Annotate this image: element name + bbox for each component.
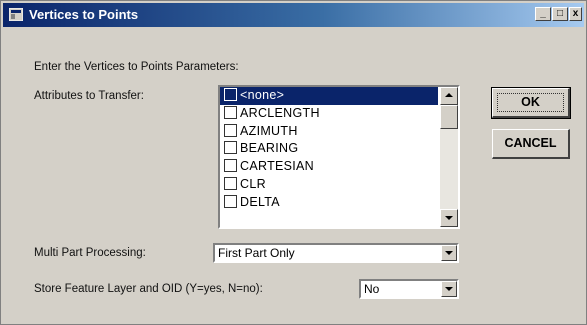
list-item-label: AZIMUTH [240, 123, 298, 138]
list-item-label: DELTA [240, 194, 280, 209]
checkbox[interactable] [224, 105, 237, 119]
close-button[interactable]: x [569, 7, 582, 21]
chevron-down-icon [445, 287, 453, 291]
list-item[interactable]: CARTESIAN [220, 158, 438, 176]
title-bar[interactable]: Vertices to Points _ □ x [3, 3, 584, 27]
list-item-label: <none> [240, 88, 285, 102]
app-icon [9, 8, 23, 21]
arrow-up-icon [445, 93, 453, 97]
maximize-button[interactable]: □ [552, 7, 568, 21]
attributes-list: <none> ARCLENGTH AZIMUTH BEARING CARTESIAN CL… [220, 87, 438, 212]
checkbox[interactable] [224, 194, 237, 208]
list-item[interactable]: CLR [220, 176, 438, 194]
close-icon: x [572, 8, 579, 19]
attributes-listbox[interactable]: <none> ARCLENGTH AZIMUTH BEARING CARTESIAN CL… [218, 85, 460, 229]
chevron-down-icon [445, 251, 453, 255]
list-item-label: BEARING [240, 141, 299, 156]
attributes-label: Attributes to Transfer: [34, 90, 144, 102]
multipart-value: First Part Only [218, 246, 295, 260]
maximize-icon: □ [556, 8, 564, 19]
list-item[interactable]: AZIMUTH [220, 123, 438, 141]
multipart-select[interactable]: First Part Only [213, 243, 459, 263]
focus-rect [497, 93, 564, 112]
list-item[interactable]: BEARING [220, 140, 438, 158]
store-oid-dropdown-button[interactable] [441, 281, 457, 297]
store-oid-select[interactable]: No [359, 279, 459, 299]
ok-button[interactable]: OK [491, 87, 571, 119]
minimize-icon: _ [540, 8, 546, 19]
arrow-down-icon [445, 216, 453, 220]
cancel-button[interactable]: CANCEL [492, 129, 570, 159]
checkbox[interactable] [224, 123, 237, 137]
attributes-scrollbar[interactable] [440, 87, 458, 227]
window-title: Vertices to Points [29, 7, 139, 22]
checkbox[interactable] [224, 88, 237, 101]
vertices-to-points-dialog: Vertices to Points _ □ x Enter the Verti… [0, 0, 587, 325]
instructions-text: Enter the Vertices to Points Parameters: [34, 61, 239, 73]
multipart-dropdown-button[interactable] [441, 245, 457, 261]
checkbox[interactable] [224, 141, 237, 155]
list-item[interactable]: <none> [220, 87, 438, 105]
scroll-thumb[interactable] [440, 105, 458, 129]
cancel-button-label: CANCEL [504, 136, 557, 150]
store-oid-label: Store Feature Layer and OID (Y=yes, N=no… [34, 283, 263, 295]
scroll-up-button[interactable] [440, 87, 458, 105]
list-item[interactable]: ARCLENGTH [220, 105, 438, 123]
list-item-label: CARTESIAN [240, 159, 315, 174]
store-oid-value: No [364, 282, 380, 296]
list-item-label: CLR [240, 176, 266, 191]
checkbox[interactable] [224, 159, 237, 173]
multipart-label: Multi Part Processing: [34, 247, 146, 259]
list-item[interactable]: DELTA [220, 194, 438, 212]
minimize-button[interactable]: _ [535, 7, 551, 21]
checkbox[interactable] [224, 176, 237, 190]
scroll-down-button[interactable] [440, 209, 458, 227]
list-item-label: ARCLENGTH [240, 105, 320, 120]
